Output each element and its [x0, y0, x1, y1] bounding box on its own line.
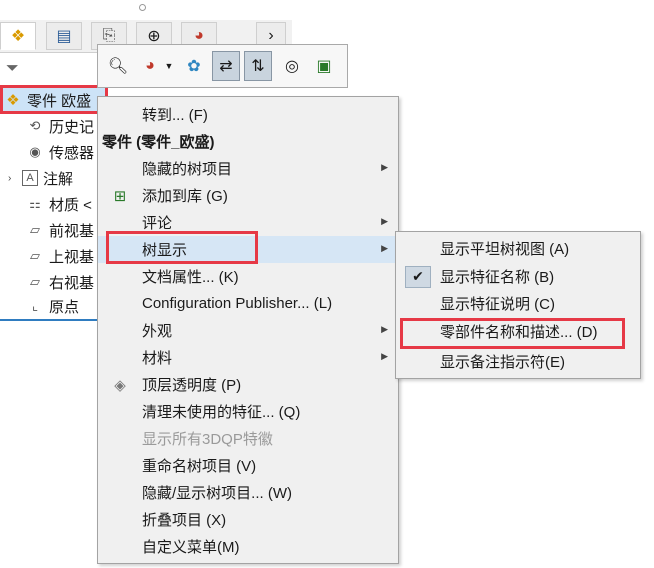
menu-item-cleanup-unused-features[interactable]: 清理未使用的特征... (Q) [98, 398, 398, 425]
tree-item-label: 前视基 [49, 222, 95, 240]
tab-feature-manager[interactable]: ❖ [0, 22, 36, 50]
menu-item-hidden-tree-items[interactable]: 隐藏的树项目 ▶ [98, 155, 398, 182]
menu-item-configuration-publisher[interactable]: Configuration Publisher... (L) [98, 290, 398, 317]
history-icon: ⟲ [29, 118, 41, 133]
menu-item-rename-tree-item[interactable]: 重命名树项目 (V) [98, 452, 398, 479]
tab-property-manager[interactable]: ▤ [46, 22, 82, 50]
appearance-icon: ◕ [145, 57, 155, 74]
menu-item-appearance[interactable]: 外观 ▶ [98, 317, 398, 344]
submenu-arrow-icon: ▶ [381, 162, 388, 172]
expand-arrow-icon[interactable]: › [8, 173, 18, 184]
color-palette-icon: ✿ [187, 58, 201, 75]
tree-item-origin[interactable]: ⌞ 原点 [26, 294, 79, 318]
rebuild-button[interactable]: ⇅ [244, 51, 272, 81]
menu-item-customize-menu[interactable]: 自定义菜单(M) [98, 533, 398, 560]
material-icon: ⚏ [29, 196, 41, 211]
plane-icon: ▱ [30, 274, 40, 289]
feature-manager-icon: ❖ [10, 28, 26, 45]
view-button[interactable]: ◎ [278, 51, 306, 81]
tree-item-label: 注解 [43, 170, 74, 188]
tree-display-submenu: 显示平坦树视图 (A) ✔ 显示特征名称 (B) 显示特征说明 (C) 零部件名… [395, 231, 641, 379]
tree-item-label: 历史记 [49, 118, 95, 136]
tree-item-front-plane[interactable]: ▱ 前视基 [26, 218, 94, 242]
tree-root-label: 零件 欧盛 [27, 92, 92, 110]
checkmark-icon: ✔ [405, 265, 431, 288]
edit-appearance-button[interactable]: ✿ [180, 51, 208, 81]
submenu-item-show-feature-names[interactable]: ✔ 显示特征名称 (B) [396, 263, 640, 290]
menu-item-collapse-items[interactable]: 折叠项目 (X) [98, 506, 398, 533]
tree-root-part[interactable]: ❖ 零件 欧盛 [4, 88, 91, 112]
menu-item-add-to-library[interactable]: ⊞ 添加到库 (G) [98, 182, 398, 209]
chevron-right-icon: › [268, 27, 274, 44]
menu-item-material[interactable]: 材料 ▶ [98, 344, 398, 371]
context-toolbar: 🔍︎ ◕ ▼ ✿ ⇄ ⇅ ◎ ▣ [97, 44, 348, 88]
submenu-arrow-icon: ▶ [381, 216, 388, 226]
appearance-dropdown[interactable]: ▼ [162, 51, 176, 81]
menu-item-hide-show-tree-items[interactable]: 隐藏/显示树项目... (W) [98, 479, 398, 506]
filter-icon[interactable]: ⏷ [6, 60, 19, 78]
submenu-item-flat-tree-view[interactable]: 显示平坦树视图 (A) [396, 235, 640, 262]
configuration-icon: ⎘ [102, 27, 116, 44]
property-manager-icon: ▤ [56, 28, 72, 45]
part-icon: ❖ [6, 92, 20, 109]
menu-item-top-level-transparency[interactable]: ◈ 顶层透明度 (P) [98, 371, 398, 398]
save-icon: ▣ [316, 58, 332, 75]
add-to-library-icon: ⊞ [113, 187, 127, 205]
zoom-icon: 🔍︎ [107, 58, 129, 75]
tree-item-label: 传感器 [49, 144, 95, 162]
tree-item-annotations[interactable]: › A 注解 [8, 166, 73, 190]
annotation-icon: A [22, 170, 38, 186]
eye-icon: ◎ [285, 58, 299, 75]
display-manager-icon: ◕ [194, 27, 204, 44]
tree-display-highlight-box [106, 231, 258, 264]
tree-item-history[interactable]: ⟲ 历史记 [26, 114, 94, 138]
tree-item-right-plane[interactable]: ▱ 右视基 [26, 270, 94, 294]
plane-icon: ▱ [30, 222, 40, 237]
chevron-down-icon: ▼ [164, 61, 174, 71]
tree-item-label: 材质 < [49, 196, 92, 214]
sensor-icon: ◉ [29, 144, 41, 159]
collapse-handle[interactable] [139, 4, 146, 11]
save-component-button[interactable]: ▣ [310, 51, 338, 81]
menu-header-part: 零件 (零件_欧盛) [102, 134, 215, 151]
appearance-button[interactable]: ◕ [136, 51, 164, 81]
tree-item-material[interactable]: ⚏ 材质 < [26, 192, 92, 216]
origin-icon: ⌞ [31, 298, 39, 313]
plane-icon: ▱ [30, 248, 40, 263]
submenu-item-show-feature-descriptions[interactable]: 显示特征说明 (C) [396, 290, 640, 317]
context-menu: 转到... (F) 零件 (零件_欧盛) 隐藏的树项目 ▶ ⊞ 添加到库 (G)… [97, 96, 399, 564]
tree-item-top-plane[interactable]: ▱ 上视基 [26, 244, 94, 268]
transparency-icon: ◈ [114, 376, 126, 394]
zoom-to-selection-button[interactable]: 🔍︎ [104, 51, 132, 81]
show-hide-icon: ⇄ [219, 58, 233, 75]
panel-header-strip [0, 0, 292, 21]
submenu-arrow-icon: ▶ [381, 351, 388, 361]
menu-item-show-all-3dqp: 显示所有3DQP特徽 [142, 431, 273, 448]
show-hide-button[interactable]: ⇄ [212, 51, 240, 81]
menu-item-goto[interactable]: 转到... (F) [98, 101, 398, 128]
component-names-highlight-box [400, 318, 625, 349]
submenu-item-show-comment-indicator[interactable]: 显示备注指示符(E) [396, 348, 640, 375]
tree-item-label: 原点 [49, 298, 80, 316]
dimxpert-icon: ⊕ [147, 28, 161, 45]
tree-item-sensors[interactable]: ◉ 传感器 [26, 140, 94, 164]
submenu-arrow-icon: ▶ [381, 243, 388, 253]
rollback-bar[interactable] [0, 319, 97, 321]
tree-item-label: 右视基 [49, 274, 95, 292]
rebuild-icon: ⇅ [251, 58, 265, 75]
tree-item-label: 上视基 [49, 248, 95, 266]
submenu-arrow-icon: ▶ [381, 324, 388, 334]
menu-item-document-properties[interactable]: 文档属性... (K) [98, 263, 398, 290]
